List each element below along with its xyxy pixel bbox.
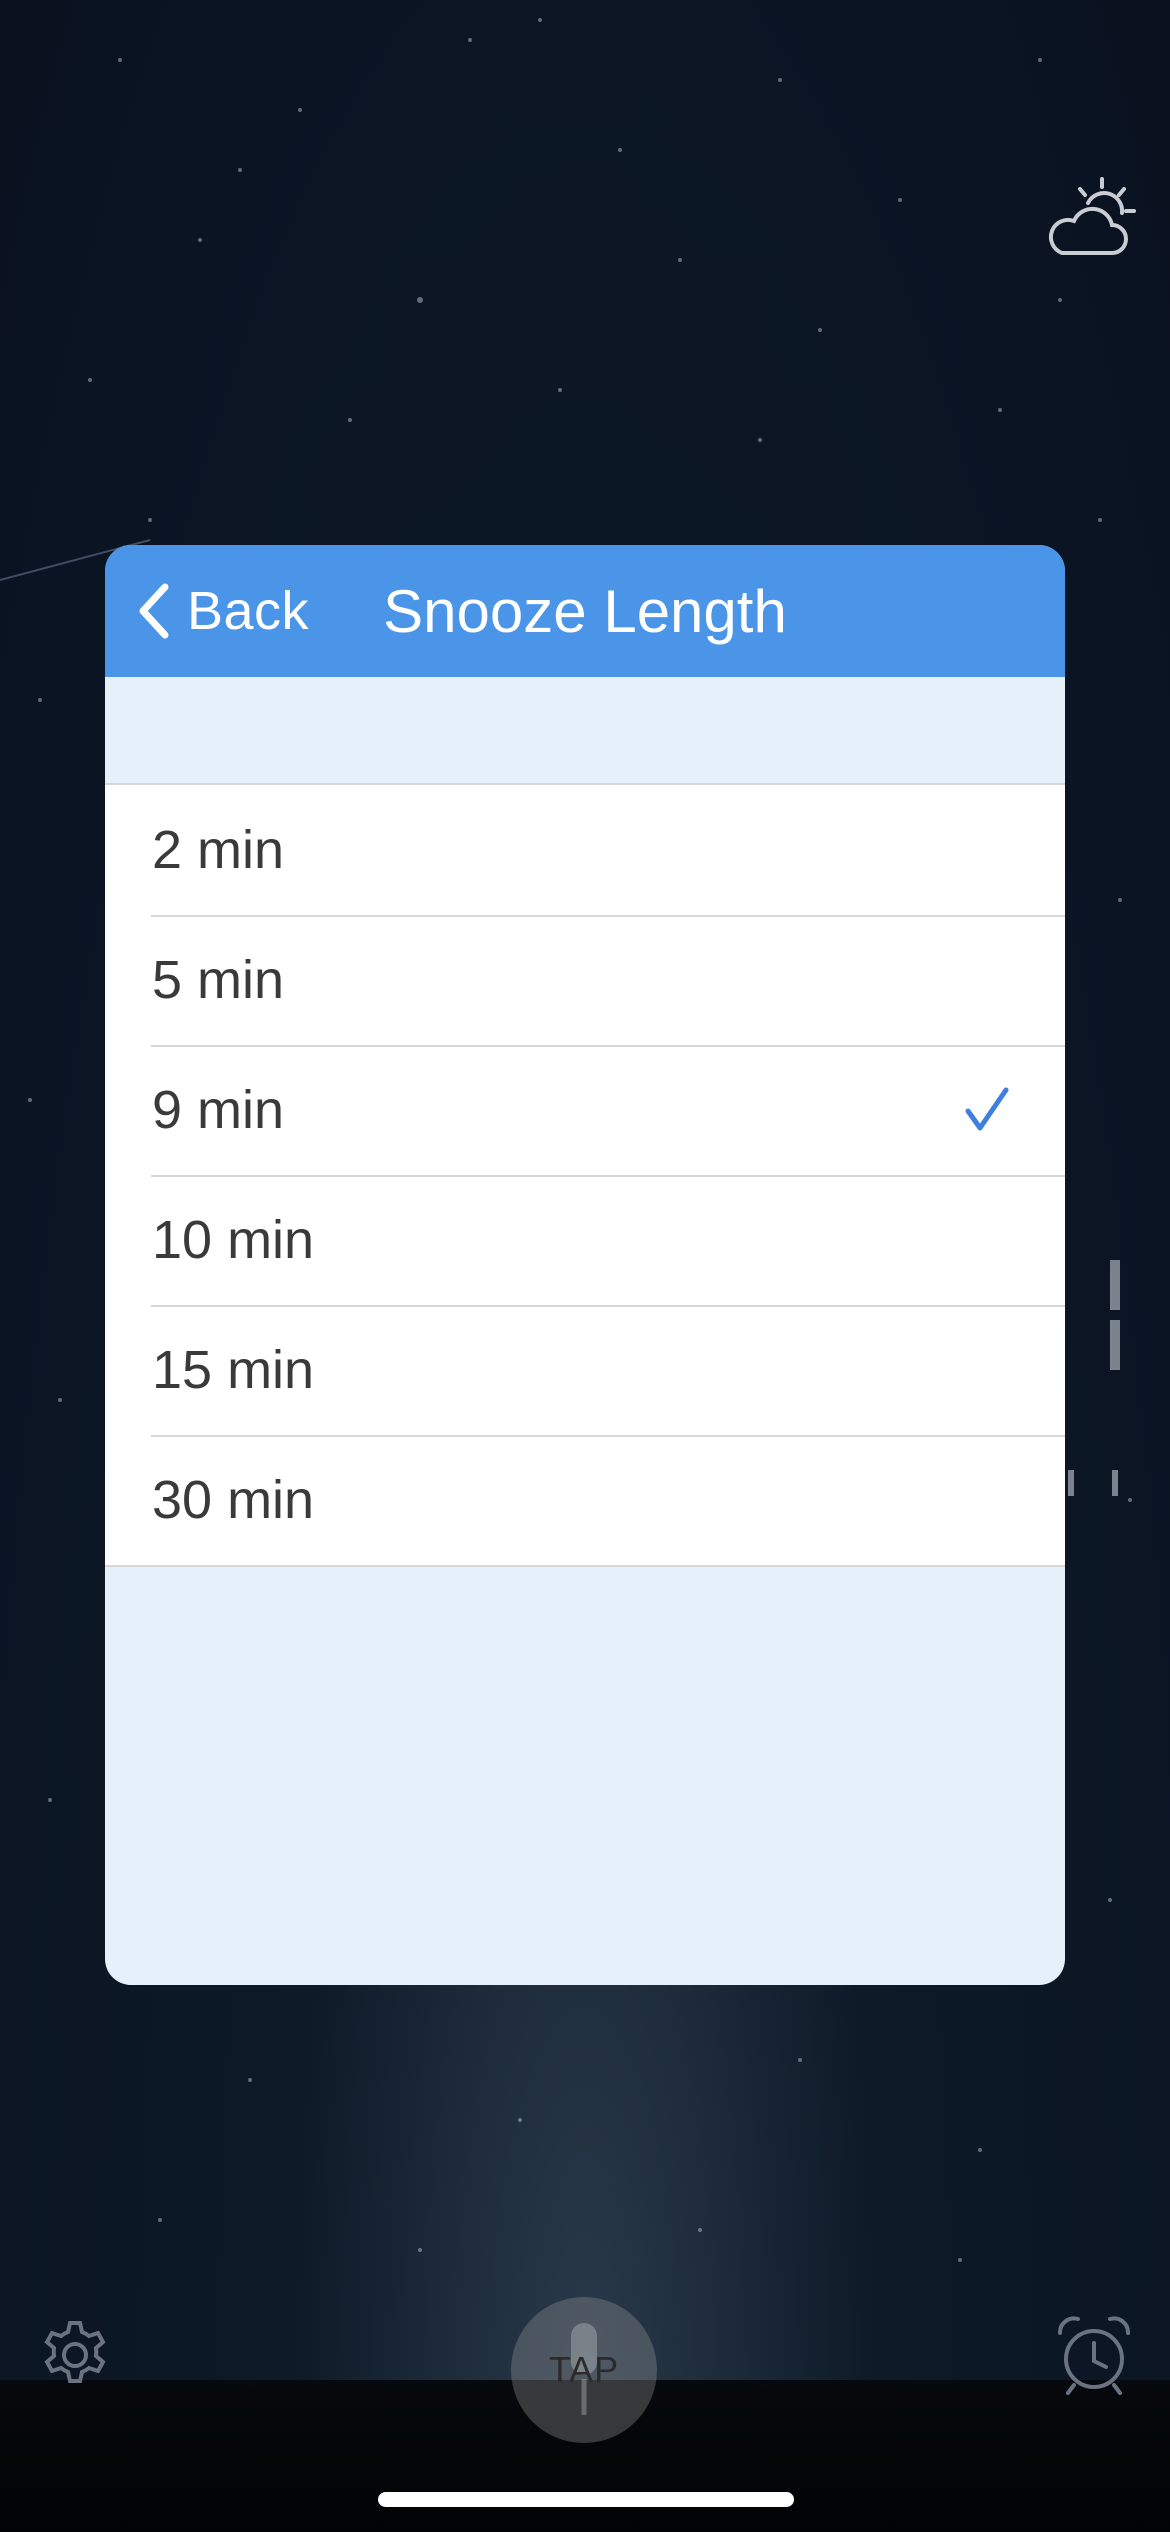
chevron-left-icon xyxy=(139,583,169,639)
snooze-options-list: 2 min 5 min 9 min 10 min 15 min 30 min xyxy=(105,783,1065,1567)
snooze-option-5-min[interactable]: 5 min xyxy=(105,915,1065,1045)
option-label: 15 min xyxy=(152,1340,315,1400)
snooze-option-10-min[interactable]: 10 min xyxy=(105,1175,1065,1305)
snooze-option-30-min[interactable]: 30 min xyxy=(105,1435,1065,1565)
checkmark-icon xyxy=(965,1087,1009,1131)
option-label: 10 min xyxy=(152,1210,315,1270)
tap-label: TAP xyxy=(548,2349,620,2390)
home-indicator[interactable] xyxy=(378,2492,794,2507)
back-button[interactable]: Back xyxy=(133,575,309,647)
snooze-option-15-min[interactable]: 15 min xyxy=(105,1305,1065,1435)
option-label: 5 min xyxy=(152,950,285,1010)
back-label: Back xyxy=(187,581,310,641)
alarm-clock-icon[interactable] xyxy=(1054,2315,1134,2395)
option-label: 2 min xyxy=(152,820,285,880)
snooze-option-2-min[interactable]: 2 min xyxy=(105,785,1065,915)
gear-icon[interactable] xyxy=(37,2317,113,2393)
option-label: 30 min xyxy=(152,1470,315,1530)
option-label: 9 min xyxy=(152,1080,285,1140)
snooze-option-9-min[interactable]: 9 min xyxy=(105,1045,1065,1175)
dialog-header: Snooze Length Back xyxy=(105,545,1065,677)
partly-cloudy-icon xyxy=(1048,177,1136,255)
snooze-length-dialog: Snooze Length Back 2 min 5 min 9 min 10 … xyxy=(105,545,1065,1985)
tap-button[interactable]: TAP xyxy=(511,2297,657,2443)
